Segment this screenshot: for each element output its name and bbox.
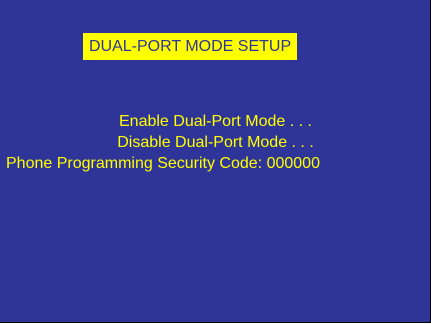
menu-item-security-code[interactable]: Phone Programming Security Code: 000000 [0, 153, 430, 174]
setup-screen: DUAL-PORT MODE SETUP Enable Dual-Port Mo… [0, 0, 431, 323]
menu-item-disable-dual-port[interactable]: Disable Dual-Port Mode . . . [0, 132, 430, 153]
menu-item-enable-dual-port[interactable]: Enable Dual-Port Mode . . . [0, 111, 430, 132]
screen-title: DUAL-PORT MODE SETUP [83, 33, 298, 60]
menu-list: Enable Dual-Port Mode . . . Disable Dual… [0, 111, 430, 174]
